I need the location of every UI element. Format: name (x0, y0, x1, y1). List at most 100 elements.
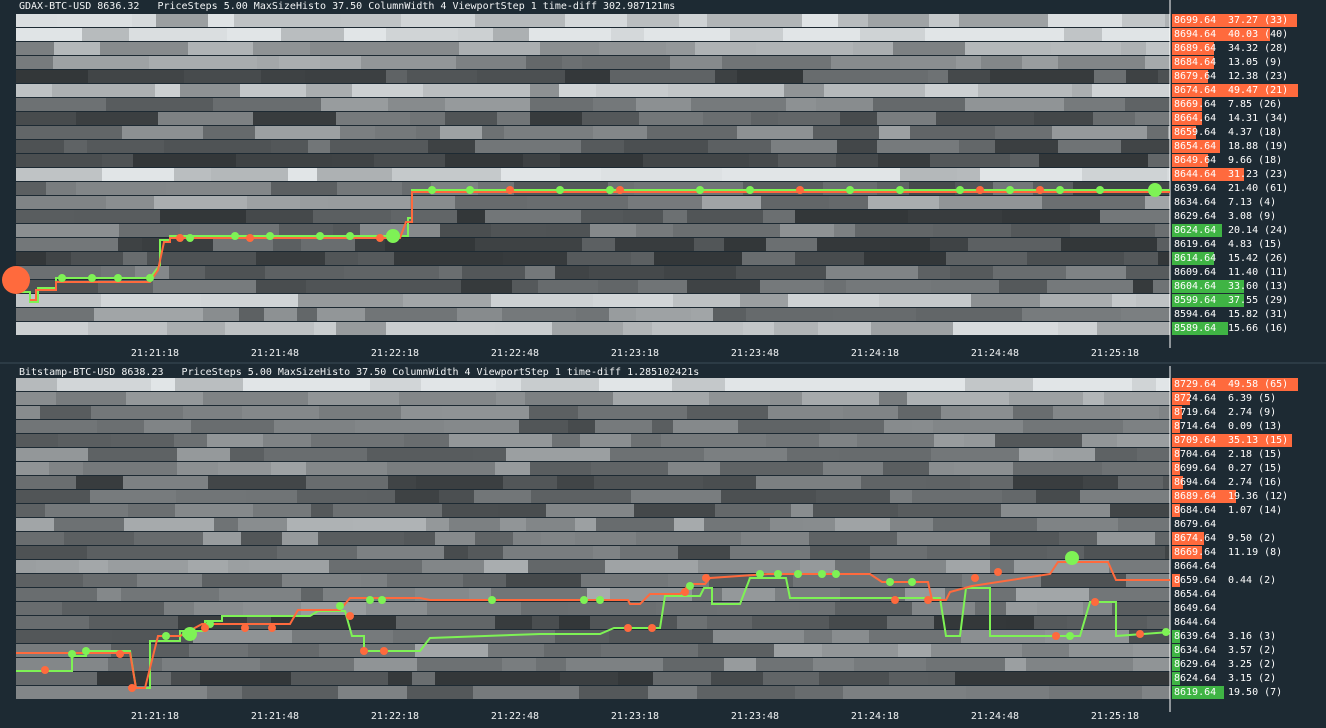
heatmap-cell (918, 266, 950, 279)
price-level-price: 8599.64 (1174, 295, 1217, 306)
heatmap-cell (708, 140, 771, 153)
heatmap-cell (926, 658, 1005, 671)
bitstamp-orderbook-heatmap[interactable] (0, 366, 1172, 712)
heatmap-cell (595, 420, 652, 433)
trade-buy-dot (378, 596, 386, 604)
heatmap-cell (527, 196, 628, 209)
heatmap-cell (1118, 518, 1170, 531)
price-level-row: 8649.64 (1172, 602, 1326, 616)
trade-sell-dot (201, 624, 209, 632)
heatmap-cell (352, 84, 423, 97)
heatmap-cell (228, 560, 249, 573)
time-tick-label: 21:23:48 (730, 711, 780, 722)
heatmap-cell (49, 462, 83, 475)
heatmap-cell (1066, 266, 1126, 279)
heatmap-cell (16, 420, 97, 433)
price-level-price: 8589.64 (1174, 323, 1217, 334)
price-level-row: 8664.64 (1172, 560, 1326, 574)
price-level-row: 8639.64 21.40 (61) (1172, 182, 1326, 196)
heatmap-cell (941, 406, 970, 419)
heatmap-cell (16, 14, 57, 27)
heatmap-cell (795, 252, 864, 265)
heatmap-cell (816, 490, 890, 503)
heatmap-cell (101, 294, 201, 307)
gdax-orderbook-heatmap[interactable] (0, 0, 1172, 348)
heatmap-cell (300, 196, 328, 209)
heatmap-cell (473, 686, 579, 699)
heatmap-cell (618, 672, 653, 685)
heatmap-cell (598, 280, 638, 293)
heatmap-cell (1158, 70, 1170, 83)
trade-buy-dot (774, 570, 782, 578)
heatmap-cell (970, 476, 1013, 489)
heatmap-cell (761, 196, 829, 209)
heatmap-cell (344, 28, 386, 41)
heatmap-cell (297, 308, 317, 321)
heatmap-cell (144, 420, 191, 433)
heatmap-cell (634, 182, 743, 195)
heatmap-cell (1034, 112, 1093, 125)
heatmap-cell (536, 658, 566, 671)
heatmap-cell (1145, 56, 1170, 69)
heatmap-cell (261, 70, 305, 83)
heatmap-cell (499, 630, 555, 643)
heatmap-cell (702, 196, 761, 209)
heatmap-cell (832, 630, 869, 643)
heatmap-cell (803, 70, 870, 83)
heatmap-cell (964, 434, 995, 447)
trade-sell-dot (360, 647, 368, 655)
heatmap-cell (634, 504, 715, 517)
price-level-price: 8719.64 (1174, 407, 1217, 418)
heatmap-cell (361, 574, 387, 587)
heatmap-cell (990, 560, 1014, 573)
price-level-size: 2.74 (16) (1228, 477, 1283, 488)
price-level-price: 8679.64 (1174, 71, 1217, 82)
trade-sell-dot (246, 234, 254, 242)
heatmap-cell (661, 434, 766, 447)
heatmap-cell (243, 602, 301, 615)
heatmap-cell (1039, 154, 1066, 167)
trade-sell-dot (376, 234, 384, 242)
price-level-row: 8644.64 (1172, 616, 1326, 630)
heatmap-cell (900, 168, 957, 181)
heatmap-cell (1040, 294, 1112, 307)
heatmap-cell (763, 210, 795, 223)
heatmap-cell (458, 28, 493, 41)
price-level-size: 9.50 (2) (1228, 533, 1277, 544)
price-level-price: 8619.64 (1174, 687, 1217, 698)
heatmap-cell (861, 476, 926, 489)
heatmap-cell (557, 476, 594, 489)
heatmap-cell (1109, 560, 1170, 573)
heatmap-cell (118, 238, 142, 251)
price-level-size: 18.88 (19) (1228, 141, 1289, 152)
heatmap-cell (912, 420, 933, 433)
price-level-row: 8654.64 18.88 (19) (1172, 140, 1326, 154)
heatmap-cell (388, 476, 416, 489)
trade-buy-dot (114, 274, 122, 282)
heatmap-cell (16, 294, 101, 307)
heatmap-cell (971, 294, 1040, 307)
heatmap-cell (126, 392, 203, 405)
heatmap-cell (668, 84, 750, 97)
heatmap-cell (800, 560, 835, 573)
time-tick-label: 21:22:18 (370, 348, 420, 359)
heatmap-cell (1089, 588, 1170, 601)
heatmap-cell (737, 70, 803, 83)
price-level-price: 8614.64 (1174, 253, 1217, 264)
price-level-row: 8634.64 7.13 (4) (1172, 196, 1326, 210)
heatmap-cell (877, 112, 936, 125)
heatmap-cell (966, 686, 1049, 699)
gdax-orderbook-panel: GDAX-BTC-USD 8636.32 PriceSteps 5.00 Max… (0, 0, 1326, 362)
price-level-size: 35.13 (15) (1228, 435, 1289, 446)
price-level-row: 8724.64 6.39 (5) (1172, 392, 1326, 406)
heatmap-cell (990, 70, 1094, 83)
heatmap-cell (1126, 266, 1170, 279)
heatmap-cell (214, 518, 238, 531)
heatmap-cell (439, 490, 474, 503)
heatmap-cell (253, 504, 311, 517)
trade-sell-dot (648, 624, 656, 632)
heatmap-cell (412, 672, 435, 685)
heatmap-cell (763, 672, 819, 685)
heatmap-cell (1060, 672, 1100, 685)
heatmap-cell (1092, 84, 1170, 97)
